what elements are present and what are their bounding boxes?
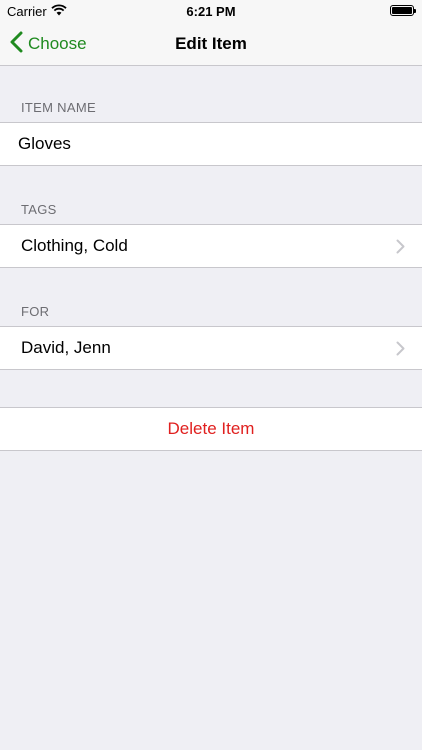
- tags-value: Clothing, Cold: [21, 236, 128, 255]
- chevron-right-icon: [396, 341, 405, 361]
- edit-item-screen: Carrier 6:21 PM Choose Edit Item ITEM NA…: [0, 0, 422, 750]
- back-button-label: Choose: [28, 34, 87, 53]
- section-header-tags: TAGS: [21, 202, 57, 217]
- section-header-item-name: ITEM NAME: [21, 100, 96, 115]
- tags-cell[interactable]: Clothing, Cold: [0, 224, 422, 268]
- status-time: 6:21 PM: [186, 4, 236, 19]
- chevron-right-icon: [396, 239, 405, 259]
- item-name-cell: [0, 122, 422, 166]
- delete-cell: Delete Item: [0, 407, 422, 451]
- for-value: David, Jenn: [21, 338, 111, 357]
- for-cell[interactable]: David, Jenn: [0, 326, 422, 370]
- item-name-input[interactable]: [18, 123, 398, 165]
- section-header-for: FOR: [21, 304, 50, 319]
- navigation-bar: Choose Edit Item: [0, 22, 422, 66]
- back-button[interactable]: Choose: [10, 22, 87, 66]
- delete-item-button[interactable]: Delete Item: [0, 408, 422, 450]
- chevron-left-icon: [10, 31, 23, 58]
- status-bar: Carrier 6:21 PM: [0, 0, 422, 22]
- battery-full-icon: [390, 5, 416, 16]
